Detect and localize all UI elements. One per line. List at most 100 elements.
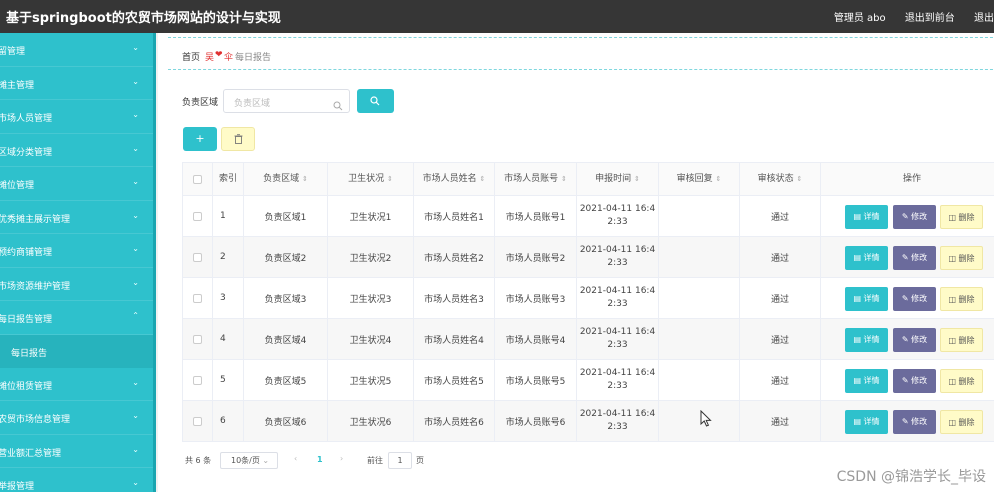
select-all-checkbox[interactable] [193, 175, 202, 184]
detail-button[interactable]: ▤ 详情 [845, 205, 888, 229]
cell-reply [659, 360, 740, 400]
edit-label: 修改 [911, 294, 928, 303]
cell-time-date: 2021-04-11 16:4 [579, 245, 656, 255]
header-staff-account[interactable]: 市场人员账号 ⇕ [495, 163, 577, 196]
sort-icon[interactable]: ⇕ [387, 175, 393, 183]
row-checkbox[interactable] [193, 375, 202, 385]
detail-button[interactable]: ▤ 详情 [845, 369, 888, 393]
edit-button[interactable]: ✎ 修改 [893, 246, 936, 270]
header-staff-name[interactable]: 市场人员姓名 ⇕ [414, 163, 495, 196]
edit-button[interactable]: ✎ 修改 [893, 328, 936, 352]
header-status[interactable]: 审核状态 ⇕ [740, 163, 821, 196]
edit-button[interactable]: ✎ 修改 [893, 369, 936, 393]
page-size-value: 10条/页 [231, 456, 260, 465]
sidebar-subitem-daily-report[interactable]: 每日报告 [0, 334, 153, 368]
breadcrumb-home[interactable]: 首页 [182, 50, 200, 63]
add-button[interactable]: + [183, 127, 217, 151]
row-checkbox[interactable] [193, 252, 202, 262]
edit-label: 修改 [911, 376, 928, 385]
sidebar-scrollbar[interactable] [153, 33, 156, 492]
trash-icon [234, 134, 242, 144]
cell-hygiene: 卫生状况4 [328, 319, 414, 359]
delete-button[interactable]: ◫ 删除 [940, 369, 983, 393]
chevron-up-icon: ⌃ [132, 311, 139, 320]
header-reply[interactable]: 审核回复 ⇕ [659, 163, 740, 196]
row-checkbox-cell[interactable] [183, 319, 213, 359]
sort-icon[interactable]: ⇕ [716, 175, 722, 183]
cell-index: 1 [213, 196, 244, 236]
cell-hygiene: 卫生状况5 [328, 360, 414, 400]
header-time[interactable]: 申报时间 ⇕ [577, 163, 659, 196]
logout-link[interactable]: 退出登 [974, 13, 994, 24]
sidebar-item-area-category[interactable]: 区域分类管理 ⌄ [0, 134, 153, 167]
header-checkbox-cell[interactable] [183, 163, 213, 196]
sidebar-item-messages[interactable]: 留管理 ⌄ [0, 33, 153, 67]
sidebar-item-label: 区域分类管理 [0, 147, 53, 158]
search-button[interactable] [357, 89, 394, 113]
delete-button[interactable]: ◫ 删除 [940, 410, 983, 434]
batch-delete-button[interactable] [221, 127, 255, 151]
detail-button[interactable]: ▤ 详情 [845, 410, 888, 434]
table-row: 5 负责区域5 卫生状况5 市场人员姓名5 市场人员账号5 2021-04-11… [182, 360, 994, 401]
header-area[interactable]: 负责区域 ⇕ [244, 163, 328, 196]
delete-button[interactable]: ◫ 删除 [940, 246, 983, 270]
row-checkbox[interactable] [193, 416, 202, 426]
sidebar-item-stalls[interactable]: 摊位管理 ⌄ [0, 167, 153, 201]
edit-label: 修改 [911, 212, 928, 221]
sort-icon[interactable]: ⇕ [561, 175, 567, 183]
header-staff-name-label: 市场人员姓名 [422, 174, 477, 184]
edit-button[interactable]: ✎ 修改 [893, 205, 936, 229]
row-checkbox[interactable] [193, 211, 202, 221]
sort-icon[interactable]: ⇕ [634, 175, 640, 183]
delete-button[interactable]: ◫ 删除 [940, 287, 983, 311]
sidebar-item-stall-rental[interactable]: 摊位租赁管理 ⌄ [0, 368, 153, 401]
header-hygiene[interactable]: 卫生状况 ⇕ [328, 163, 414, 196]
cell-time-date: 2021-04-11 16:4 [579, 286, 656, 296]
edit-label: 修改 [911, 335, 928, 344]
sidebar-item-resources[interactable]: 市场资源维护管理 ⌄ [0, 268, 153, 301]
breadcrumb: 首页 吴 ❤ 伞 每日报告 [168, 37, 994, 70]
goto-page-input[interactable]: 1 [388, 452, 412, 469]
header-reply-label: 审核回复 [676, 174, 713, 184]
edit-button[interactable]: ✎ 修改 [893, 410, 936, 434]
row-checkbox-cell[interactable] [183, 360, 213, 400]
detail-button[interactable]: ▤ 详情 [845, 287, 888, 311]
header-hygiene-label: 卫生状况 [348, 174, 385, 184]
row-checkbox-cell[interactable] [183, 237, 213, 277]
delete-button[interactable]: ◫ 删除 [940, 328, 983, 352]
sidebar-item-reservations[interactable]: 预约商铺管理 ⌄ [0, 234, 153, 268]
chevron-down-icon: ⌄ [132, 377, 139, 387]
prev-page-icon[interactable]: ‹ [294, 454, 297, 463]
delete-label: 删除 [958, 377, 975, 386]
detail-button[interactable]: ▤ 详情 [845, 328, 888, 352]
cell-time-clock: 2:33 [607, 258, 628, 268]
row-checkbox[interactable] [193, 293, 202, 303]
cell-time-clock: 2:33 [607, 340, 628, 350]
sidebar-item-daily-report[interactable]: 每日报告管理 ⌃ [0, 301, 153, 335]
sidebar-item-reports[interactable]: 举报管理 ⌄ [0, 468, 153, 492]
row-checkbox-cell[interactable] [183, 401, 213, 441]
sort-icon[interactable]: ⇕ [480, 175, 486, 183]
delete-label: 删除 [958, 295, 975, 304]
sidebar-item-market-info[interactable]: 农贸市场信息管理 ⌄ [0, 401, 153, 435]
sidebar-item-vendors[interactable]: 摊主管理 ⌄ [0, 67, 153, 100]
to-front-link[interactable]: 退出到前台 [905, 13, 955, 24]
sort-icon[interactable]: ⇕ [797, 175, 803, 183]
row-checkbox-cell[interactable] [183, 196, 213, 236]
edit-button[interactable]: ✎ 修改 [893, 287, 936, 311]
sidebar-item-staff[interactable]: 市场人员管理 ⌄ [0, 100, 153, 134]
next-page-icon[interactable]: › [340, 454, 343, 463]
page-number[interactable]: 1 [317, 455, 323, 464]
cell-area: 负责区域6 [244, 401, 328, 441]
search-input[interactable]: 负责区域 [223, 89, 350, 113]
sort-icon[interactable]: ⇕ [302, 175, 308, 183]
sidebar-item-revenue[interactable]: 营业额汇总管理 ⌄ [0, 435, 153, 468]
sidebar-item-featured-vendors[interactable]: 优秀摊主展示管理 ⌄ [0, 201, 153, 234]
row-checkbox-cell[interactable] [183, 278, 213, 318]
row-checkbox[interactable] [193, 334, 202, 344]
cell-staff-account: 市场人员账号3 [495, 278, 577, 318]
delete-button[interactable]: ◫ 删除 [940, 205, 983, 229]
detail-button[interactable]: ▤ 详情 [845, 246, 888, 270]
search-icon [370, 96, 380, 106]
page-size-select[interactable]: 10条/页 ⌄ [220, 452, 278, 469]
